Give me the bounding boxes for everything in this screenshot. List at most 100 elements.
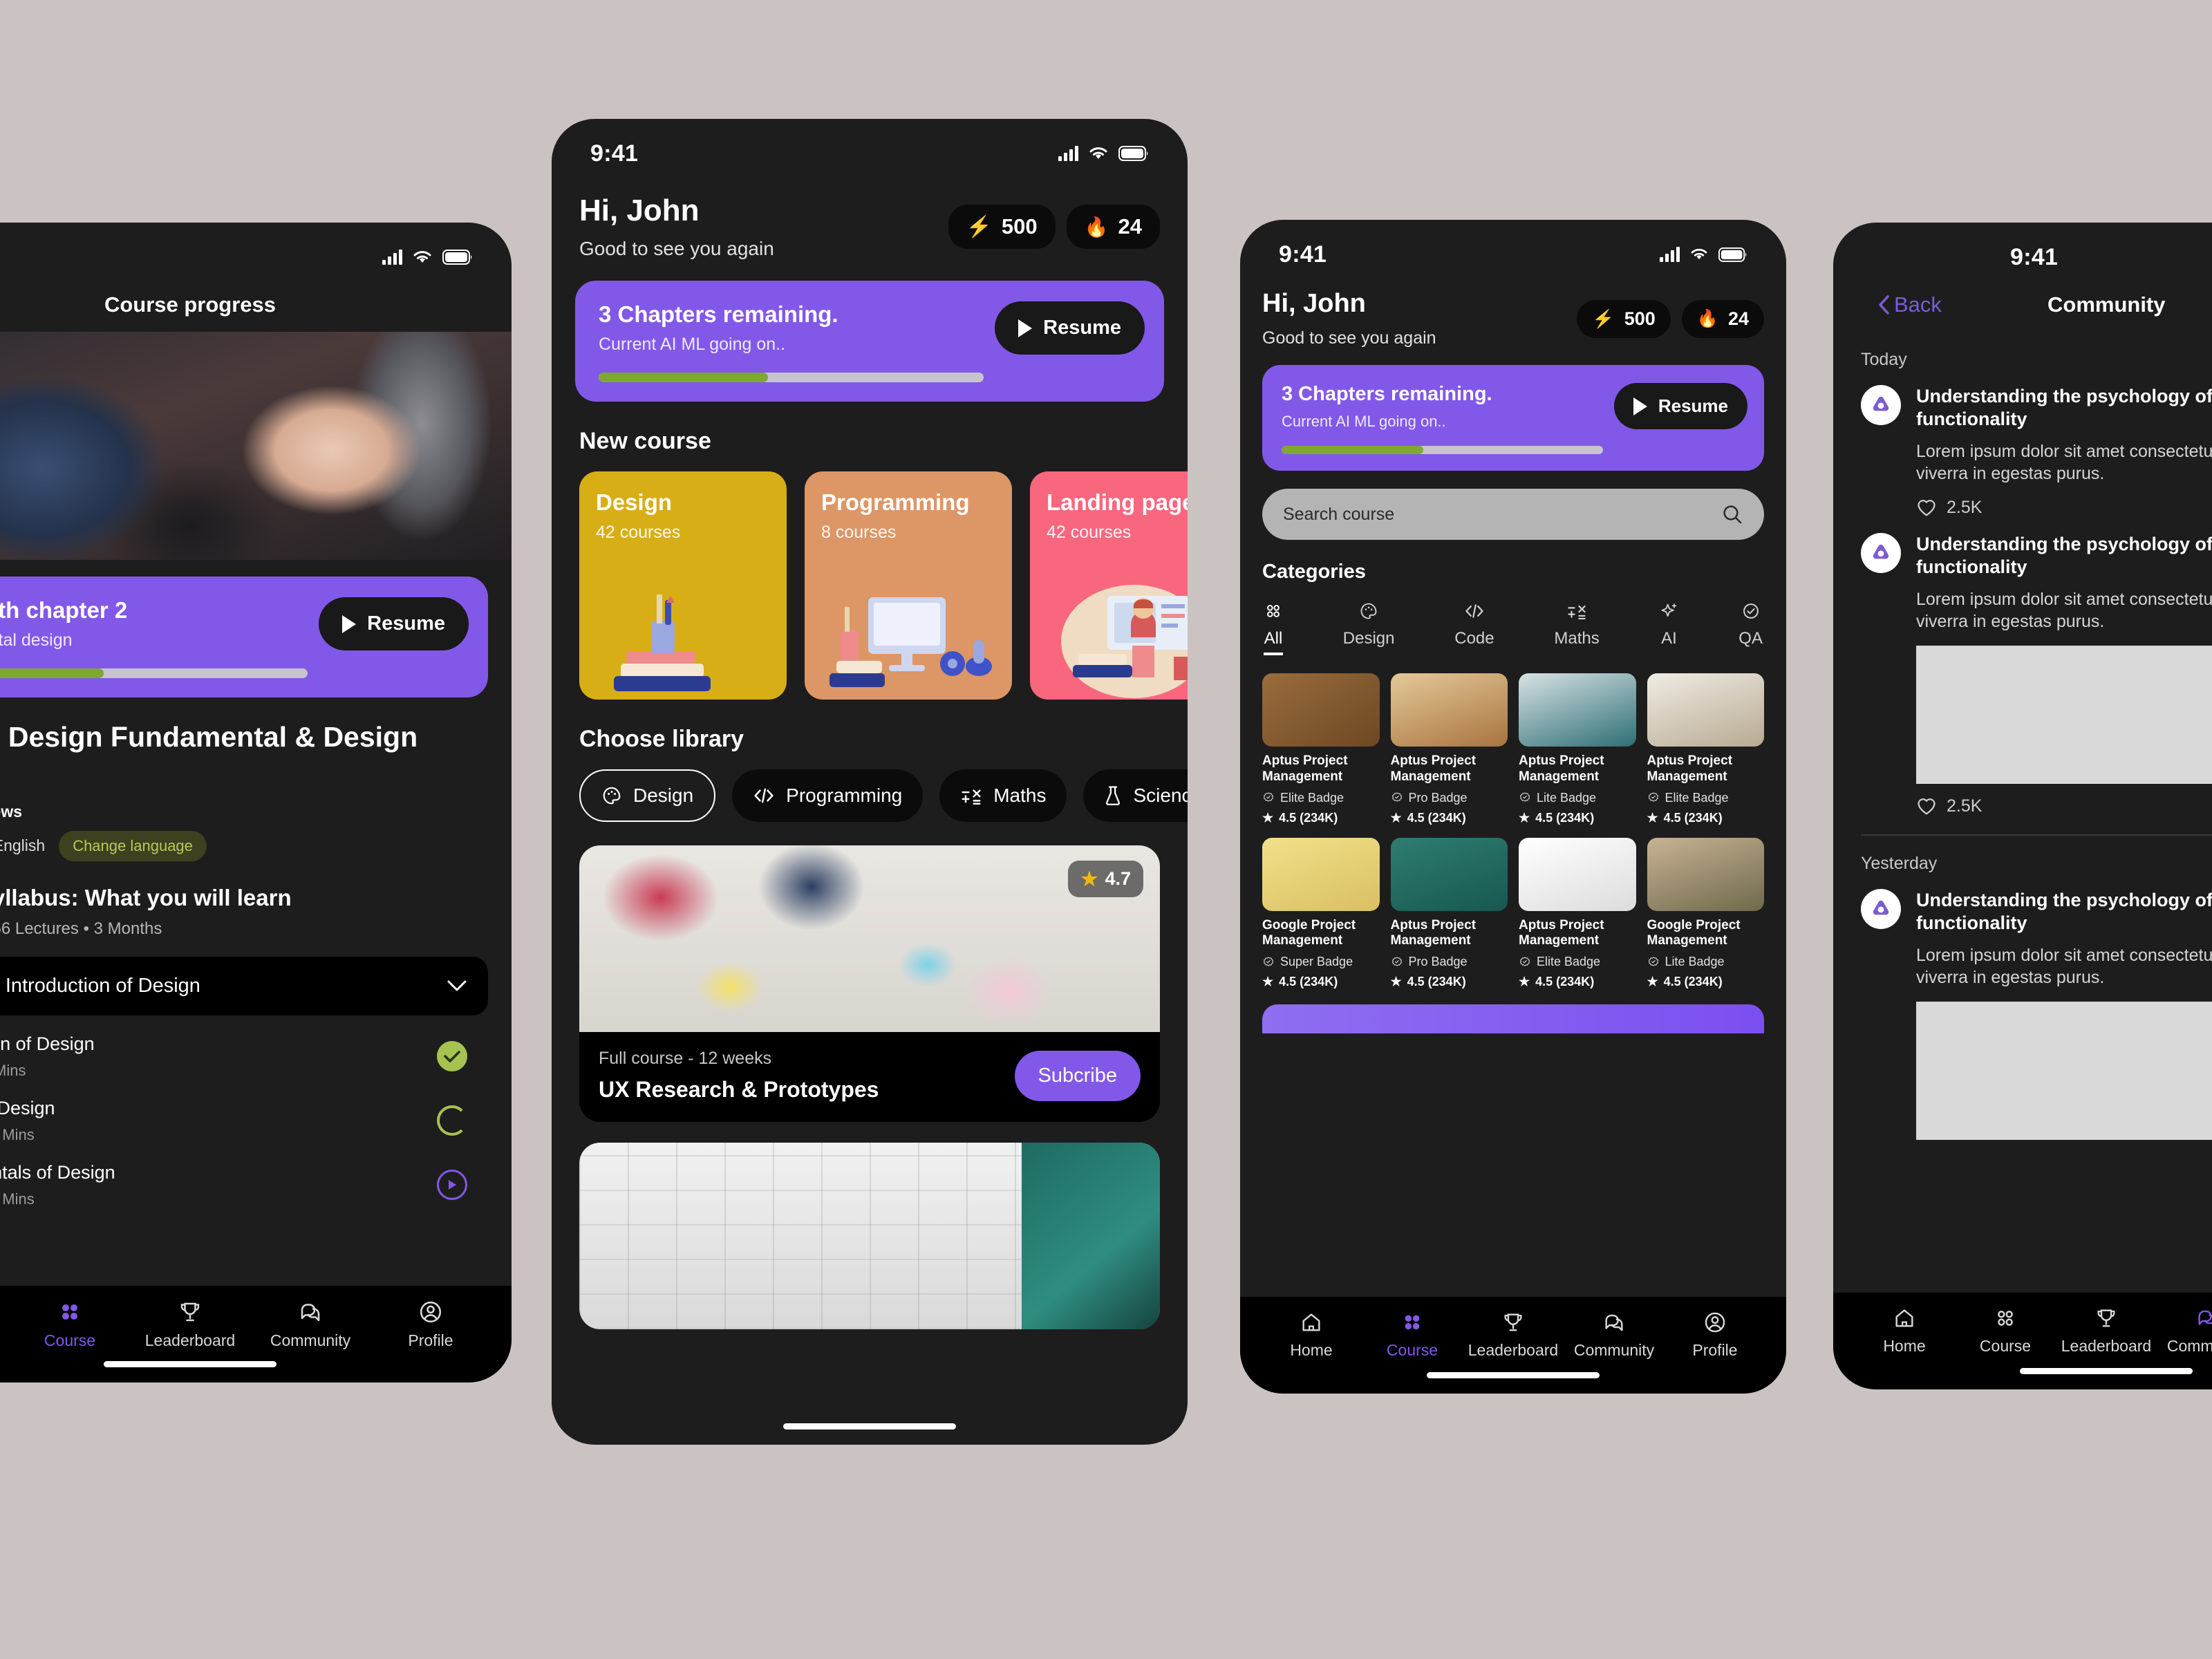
featured-course-card[interactable]: ★ 4.7 xyxy=(579,1143,1160,1329)
change-language-button[interactable]: Change language xyxy=(59,830,207,861)
heart-icon[interactable] xyxy=(1916,498,1937,517)
course-card[interactable]: Aptus Project Management Pro Badge ★ 4.5 … xyxy=(1390,673,1508,825)
lesson-group-header[interactable]: Lesson 1: Introduction of Design xyxy=(0,956,488,1015)
streak-pill[interactable]: 🔥 24 xyxy=(1681,299,1764,338)
tab-profile[interactable]: Profile xyxy=(371,1300,491,1350)
syllabus-title: Course Syllabus: What you will learn xyxy=(0,884,292,910)
promo-strip[interactable] xyxy=(1262,1004,1764,1034)
tab-home[interactable]: Home xyxy=(1261,1311,1362,1360)
tab-course[interactable]: Course xyxy=(1362,1311,1463,1360)
stat-pills: ⚡ 500 🔥 24 xyxy=(948,205,1160,249)
course-card[interactable]: Google Project Management Super Badge ★ 4… xyxy=(1262,837,1380,990)
new-course-heading: New course xyxy=(579,428,711,454)
tab-profile[interactable]: Profile xyxy=(1665,1311,1765,1360)
tab-community[interactable]: Community xyxy=(2157,1306,2212,1356)
xp-pill[interactable]: ⚡ 500 xyxy=(1577,299,1671,338)
home-indicator xyxy=(1427,1372,1600,1378)
post-body: Understanding the psychology of front en… xyxy=(1916,889,2212,1140)
day-section-label: Today xyxy=(1861,350,1907,369)
resume-banner[interactable]: Start with chapter 2 Fundamental design … xyxy=(0,577,488,697)
lesson-item[interactable]: Fundamentals of Design Video: 20:15 Mins xyxy=(0,1144,488,1208)
course-card-title: Aptus Project Management xyxy=(1647,753,1733,784)
category-card-design[interactable]: Design 42 courses xyxy=(579,471,787,700)
category-tab-row[interactable]: All Design Code Maths AI QA xyxy=(1240,601,1786,655)
resume-title: Start with chapter 2 xyxy=(0,597,128,623)
lesson-name: History of Design xyxy=(0,1097,55,1118)
landing-page-illustration xyxy=(1061,585,1188,698)
category-card-programming[interactable]: Programming 8 courses xyxy=(805,471,1012,700)
math-icon xyxy=(962,789,981,805)
category-tab-all[interactable]: All xyxy=(1264,601,1283,655)
course-card[interactable]: Aptus Project Management Elite Badge ★ 4.… xyxy=(1519,837,1636,990)
streak-pill[interactable]: 🔥 24 xyxy=(1066,205,1160,249)
heart-icon[interactable] xyxy=(1916,796,1937,816)
tab-home[interactable]: Home xyxy=(0,1300,10,1350)
course-card[interactable]: Google Project Management Lite Badge ★ 4.… xyxy=(1647,837,1764,990)
tab-course[interactable]: Course xyxy=(1955,1306,2056,1356)
tab-community[interactable]: Community xyxy=(250,1300,371,1350)
search-input[interactable]: Search course xyxy=(1262,489,1764,540)
lesson-item[interactable]: History of Design Video: 12:15 Mins xyxy=(0,1080,488,1144)
tab-leaderboard[interactable]: Leaderboard xyxy=(1463,1311,1564,1360)
search-icon[interactable] xyxy=(1721,503,1743,525)
library-chip-design[interactable]: Design xyxy=(579,769,716,822)
star-icon: ★ xyxy=(1390,810,1402,825)
design-illustration xyxy=(614,594,711,691)
category-tab-qa[interactable]: QA xyxy=(1738,601,1763,655)
greeting-name: Hi, John xyxy=(1262,289,1366,318)
category-tab-code[interactable]: Code xyxy=(1454,601,1494,655)
resume-button[interactable]: Resume xyxy=(319,597,469,650)
resume-banner[interactable]: 3 Chapters remaining. Current AI ML goin… xyxy=(1262,365,1764,471)
course-card-rating: ★ 4.5 (234K) xyxy=(1391,975,1508,989)
status-bar: 9:41 xyxy=(0,223,512,278)
library-chip-row[interactable]: Design Programming Maths Science xyxy=(552,769,1188,822)
home-icon xyxy=(1895,1309,1913,1327)
syllabus-meta: 12 Lessons • 56 Lectures • 3 Months xyxy=(0,919,162,938)
category-tab-maths[interactable]: Maths xyxy=(1554,601,1600,655)
category-card-row[interactable]: Design 42 courses Programming 8 courses xyxy=(552,471,1188,700)
star-icon: ★ xyxy=(1080,868,1098,890)
resume-banner[interactable]: 3 Chapters remaining. Current AI ML goin… xyxy=(575,281,1164,402)
tab-home[interactable]: Home xyxy=(1854,1306,1955,1356)
category-card-landing-page[interactable]: Landing page 42 courses xyxy=(1030,471,1188,700)
lesson-status-inprogress-icon xyxy=(437,1105,467,1136)
category-tab-ai[interactable]: AI xyxy=(1660,601,1679,655)
community-post[interactable]: Understanding the psychology of front en… xyxy=(1833,370,2212,518)
lesson-status-play-icon[interactable] xyxy=(437,1170,467,1201)
back-button[interactable]: Back xyxy=(1877,292,1942,317)
course-card-rating: ★ 4.5 (234K) xyxy=(1391,811,1508,825)
phone-community: 9:41 Back Community Today Understanding … xyxy=(1833,223,2212,1389)
rating-value: 4.5 (234K) xyxy=(1663,975,1723,989)
course-thumbnail xyxy=(1262,673,1380,747)
library-chip-maths[interactable]: Maths xyxy=(939,769,1067,822)
like-row[interactable]: 2.5K xyxy=(1916,498,2212,518)
tab-leaderboard[interactable]: Leaderboard xyxy=(2056,1306,2157,1356)
resume-button[interactable]: Resume xyxy=(1613,383,1747,429)
course-card[interactable]: Aptus Project Management Lite Badge ★ 4.5… xyxy=(1519,673,1636,825)
post-title: Understanding the psychology of front en… xyxy=(1916,533,2212,577)
community-post[interactable]: Understanding the psychology of front en… xyxy=(1833,518,2212,816)
subscribe-button[interactable]: Subcribe xyxy=(1014,1050,1141,1101)
resume-button[interactable]: Resume xyxy=(995,301,1145,355)
course-card[interactable]: Aptus Project Management Elite Badge ★ 4.… xyxy=(1262,673,1380,825)
course-card[interactable]: Aptus Project Management Elite Badge ★ 4.… xyxy=(1647,673,1765,825)
back-label: Back xyxy=(1894,292,1942,317)
like-row[interactable]: 2.5K xyxy=(1916,796,2212,816)
tab-leaderboard[interactable]: Leaderboard xyxy=(130,1300,250,1350)
category-card-count: 8 courses xyxy=(821,523,897,542)
tab-community[interactable]: Community xyxy=(1564,1311,1665,1360)
featured-course-card[interactable]: ★ 4.7 Full course - 12 weeks UX Research… xyxy=(579,845,1160,1122)
tab-course[interactable]: Course xyxy=(10,1300,130,1350)
lesson-item[interactable]: Introduction of Design Video: 3:15 Mins xyxy=(0,1015,488,1080)
course-card-badge: Pro Badge xyxy=(1391,955,1508,969)
course-card[interactable]: Aptus Project Management Pro Badge ★ 4.5 … xyxy=(1390,837,1508,990)
tab-leaderboard-label: Leaderboard xyxy=(1468,1341,1559,1359)
xp-pill[interactable]: ⚡ 500 xyxy=(948,205,1056,249)
library-chip-science[interactable]: Science xyxy=(1083,769,1188,822)
library-chip-programming[interactable]: Programming xyxy=(732,769,924,822)
community-post[interactable]: Understanding the psychology of front en… xyxy=(1833,874,2212,1140)
chat-icon xyxy=(301,1304,320,1322)
course-card-rating: ★ 4.5 (234K) xyxy=(1647,811,1765,825)
course-grid: Aptus Project Management Elite Badge ★ 4.… xyxy=(1240,673,1786,989)
category-tab-design[interactable]: Design xyxy=(1343,601,1394,655)
